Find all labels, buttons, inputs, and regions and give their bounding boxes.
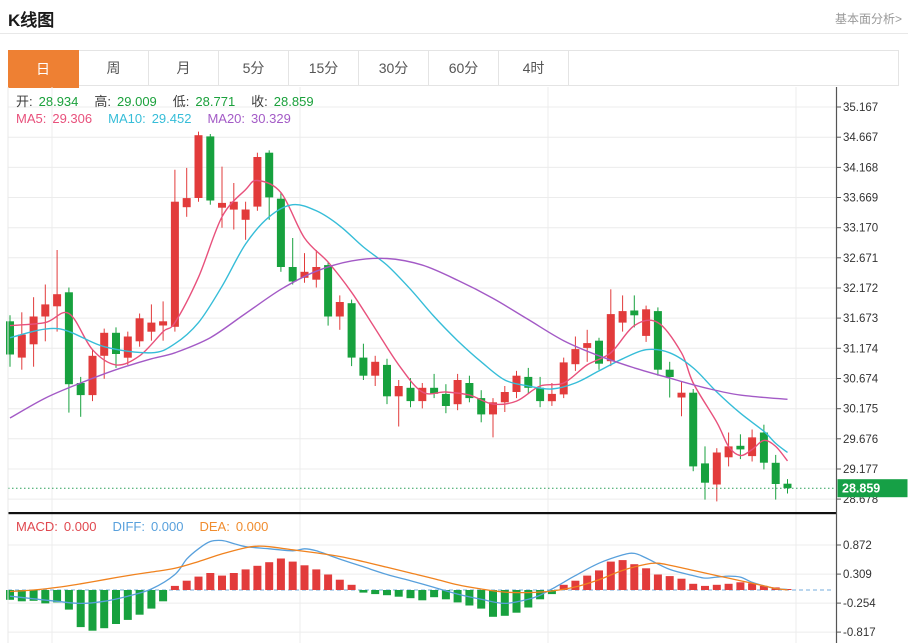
svg-text:0.872: 0.872 [843,540,872,552]
ma-legend: MA5: 29.306 MA10: 29.452 MA20: 30.329 [16,111,307,126]
panel-separator [8,512,836,514]
svg-text:32.172: 32.172 [843,283,878,295]
svg-text:29.676: 29.676 [843,434,878,446]
svg-text:-0.254: -0.254 [843,598,876,610]
ma-row-ma20-value: 30.329 [251,111,291,126]
macd-row-dea-label: DEA: [199,519,229,534]
svg-text:35.167: 35.167 [843,102,878,114]
ohlc-row-low-label: 低: [173,94,190,109]
ohlc-row-open-value: 28.934 [39,94,79,109]
svg-text:33.170: 33.170 [843,223,878,235]
ohlc-row-close-label: 收: [251,94,268,109]
macd-row-macd-label: MACD: [16,519,58,534]
ma-row-ma5-value: 29.306 [52,111,92,126]
svg-text:34.667: 34.667 [843,132,878,144]
candles-layer [6,132,792,502]
svg-text:28.859: 28.859 [842,482,880,496]
svg-text:31.673: 31.673 [843,313,878,325]
macd-row-diff-value: 0.000 [151,519,184,534]
macd-row-macd-value: 0.000 [64,519,97,534]
svg-text:0.309: 0.309 [843,569,872,581]
macd-legend: MACD: 0.000 DIFF: 0.000 DEA: 0.000 [16,519,284,534]
ohlc-row-high-value: 29.009 [117,94,157,109]
svg-text:29.177: 29.177 [843,464,878,476]
svg-text:32.671: 32.671 [843,253,878,265]
svg-text:30.175: 30.175 [843,404,878,416]
svg-text:31.174: 31.174 [843,343,879,355]
last-price-badge: 28.859 [838,479,908,497]
ma-row-ma20-label: MA20: [207,111,245,126]
svg-text:33.669: 33.669 [843,193,878,205]
macd-row-diff-label: DIFF: [112,519,145,534]
ohlc-row-close-value: 28.859 [274,94,314,109]
macd-histogram [6,559,792,631]
ma-row-ma10-label: MA10: [108,111,146,126]
kline-widget: K线图 基本面分析> 日周月5分15分30分60分4时 开:28.934高:29… [0,0,908,643]
ohlc-row-high-label: 高: [94,94,111,109]
ma-row-ma10-value: 29.452 [152,111,192,126]
ohlc-row-open-label: 开: [16,94,33,109]
ma-row-ma5-label: MA5: [16,111,46,126]
svg-text:-0.817: -0.817 [843,627,876,639]
macd-row-dea-value: 0.000 [236,519,269,534]
svg-text:30.674: 30.674 [843,374,879,386]
ohlc-legend: 开: 28.934 高: 29.009 低: 28.771 收: 28.859 [16,91,330,110]
ohlc-row-low-value: 28.771 [195,94,235,109]
svg-text:34.168: 34.168 [843,162,878,174]
axis-labels: 35.167 34.667 34.168 33.669 33.170 32.671 32.1… [836,102,879,639]
